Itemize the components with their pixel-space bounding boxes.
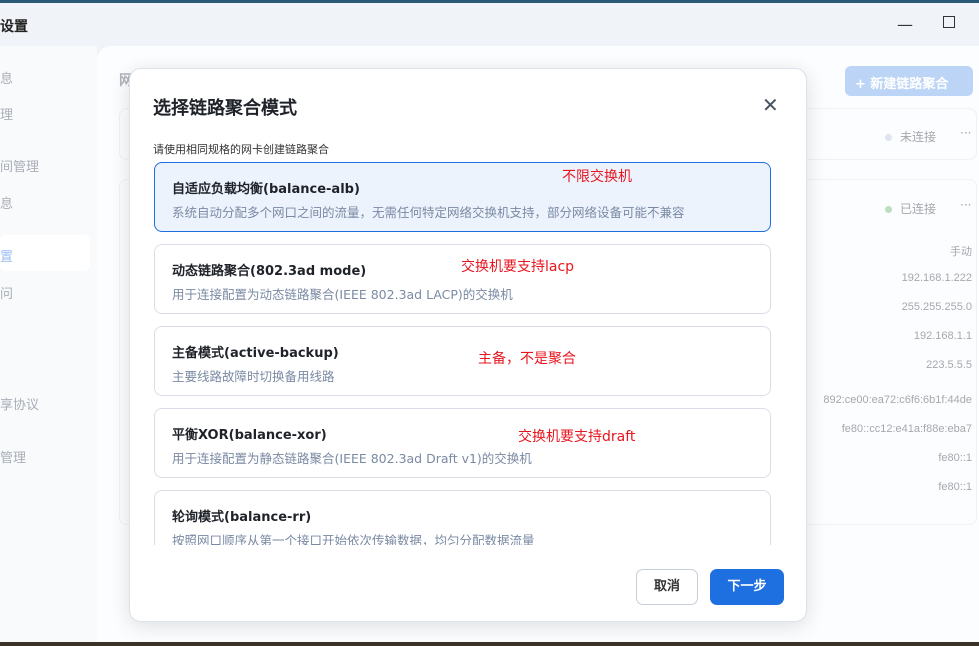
sidebar: 息 理 间管理 息 置 问 享协议 管理 [0, 46, 97, 642]
option-balance-alb[interactable]: 自适应负载均衡(balance-alb) 系统自动分配多个网口之间的流量，无需任… [154, 162, 771, 232]
value: fe80::1 [938, 481, 972, 493]
dialog-subtitle: 请使用相同规格的网卡创建链路聚合 [153, 143, 329, 156]
status-text: 未连接 [900, 130, 937, 144]
option-balance-rr[interactable]: 轮询模式(balance-rr) 按照网口顺序从第一个接口开始依次传输数据，均匀… [154, 490, 771, 545]
sidebar-item[interactable]: 管理 [0, 447, 26, 466]
option-desc: 用于连接配置为静态链路聚合(IEEE 802.3ad Draft v1)的交换机 [172, 451, 532, 466]
aggregation-mode-dialog: 选择链路聚合模式 ✕ 请使用相同规格的网卡创建链路聚合 自适应负载均衡(bala… [129, 68, 807, 622]
sidebar-item[interactable]: 息 [0, 193, 13, 212]
title-bar: 设置 — [0, 3, 979, 46]
more-icon[interactable]: ··· [960, 126, 971, 140]
value: 223.5.5.5 [926, 359, 972, 371]
option-desc: 系统自动分配多个网口之间的流量，无需任何特定网络交换机支持，部分网络设备可能不兼… [172, 205, 685, 220]
value: 192.168.1.1 [913, 330, 972, 342]
value: fe80::cc12:e41a:f88e:eba7 [841, 423, 972, 435]
cancel-button[interactable]: 取消 [636, 569, 698, 605]
close-icon[interactable]: ✕ [762, 93, 779, 117]
option-balance-xor[interactable]: 平衡XOR(balance-xor) 用于连接配置为静态链路聚合(IEEE 80… [154, 408, 771, 478]
mode-options-list[interactable]: 自适应负载均衡(balance-alb) 系统自动分配多个网口之间的流量，无需任… [153, 162, 772, 545]
status-badge: 未连接 [885, 128, 936, 145]
annotation-note: 主备，不是聚合 [478, 351, 576, 367]
window-title: 设置 [0, 19, 28, 35]
value: 892:ce00:ea72:c6f6:6b1f:44de [823, 394, 972, 406]
option-title: 自适应负载均衡(balance-alb) [172, 182, 360, 197]
status-dot-icon [885, 206, 892, 213]
value: 手动 [950, 246, 972, 258]
value: 255.255.255.0 [901, 301, 972, 313]
sidebar-active-bg [0, 235, 90, 271]
option-title: 轮询模式(balance-rr) [172, 510, 312, 525]
option-title: 主备模式(active-backup) [172, 346, 339, 361]
sidebar-item[interactable]: 享协议 [0, 394, 39, 413]
value: 192.168.1.222 [901, 272, 972, 284]
dialog-title: 选择链路聚合模式 [153, 98, 297, 119]
maximize-icon[interactable] [943, 16, 955, 28]
annotation-note: 不限交换机 [562, 169, 632, 185]
option-802-3ad[interactable]: 动态链路聚合(802.3ad mode) 用于连接配置为动态链路聚合(IEEE … [154, 244, 771, 314]
sidebar-item[interactable]: 间管理 [0, 156, 39, 175]
option-desc: 用于连接配置为动态链路聚合(IEEE 802.3ad LACP)的交换机 [172, 287, 513, 302]
status-dot-icon [885, 134, 892, 141]
sidebar-item-active[interactable]: 置 [0, 246, 13, 265]
sidebar-item[interactable]: 问 [0, 283, 13, 302]
more-icon[interactable]: ··· [960, 198, 971, 212]
option-title: 动态链路聚合(802.3ad mode) [172, 264, 367, 279]
option-title: 平衡XOR(balance-xor) [172, 428, 327, 443]
annotation-note: 交换机要支持draft [518, 429, 636, 445]
sidebar-item[interactable]: 息 [0, 68, 13, 87]
value: fe80::1 [938, 452, 972, 464]
sidebar-item[interactable]: 理 [0, 104, 13, 123]
option-desc: 按照网口顺序从第一个接口开始依次传输数据，均匀分配数据流量 [172, 533, 535, 545]
next-button[interactable]: 下一步 [710, 569, 784, 605]
option-active-backup[interactable]: 主备模式(active-backup) 主要线路故障时切换备用线路 [154, 326, 771, 396]
minimize-icon[interactable]: — [897, 15, 913, 34]
option-desc: 主要线路故障时切换备用线路 [172, 369, 335, 384]
annotation-note: 交换机要支持lacp [461, 259, 575, 275]
status-text: 已连接 [900, 202, 937, 216]
new-aggregation-button[interactable]: + 新建链路聚合 [845, 66, 973, 96]
status-badge: 已连接 [885, 200, 936, 217]
desktop-strip [0, 642, 979, 646]
